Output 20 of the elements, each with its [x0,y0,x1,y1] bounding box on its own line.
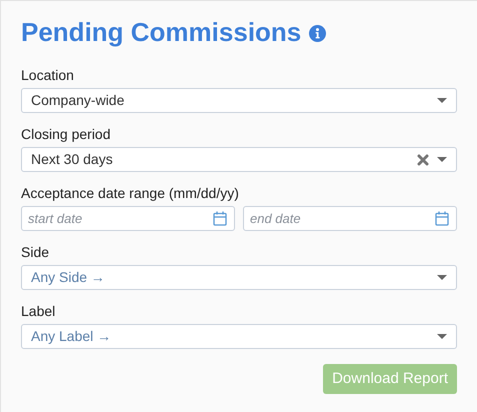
calendar-icon [213,211,227,226]
select-field[interactable]: Company-wide [21,88,457,113]
caret-icon [437,275,447,280]
page-title: Pending Commissions [21,19,302,45]
caret-icon [437,157,447,162]
select-field[interactable]: Any Label → [21,324,457,349]
date-field[interactable]: end date [243,206,457,231]
date-field[interactable]: start date [21,206,235,231]
field-label: Acceptance date range (mm/dd/yy) [21,184,240,203]
select-field[interactable]: Next 30 days [21,147,457,172]
caret-icon [437,98,447,103]
calendar-icon [435,211,449,226]
field-label: Label [21,302,56,321]
field-label: Closing period [21,125,112,144]
select-field[interactable]: Any Side → [21,265,457,290]
field-label: Location [21,66,75,85]
field-label: Side [21,243,50,262]
info-icon[interactable] [309,24,326,42]
caret-icon [437,334,447,339]
clear-icon[interactable] [417,154,429,166]
